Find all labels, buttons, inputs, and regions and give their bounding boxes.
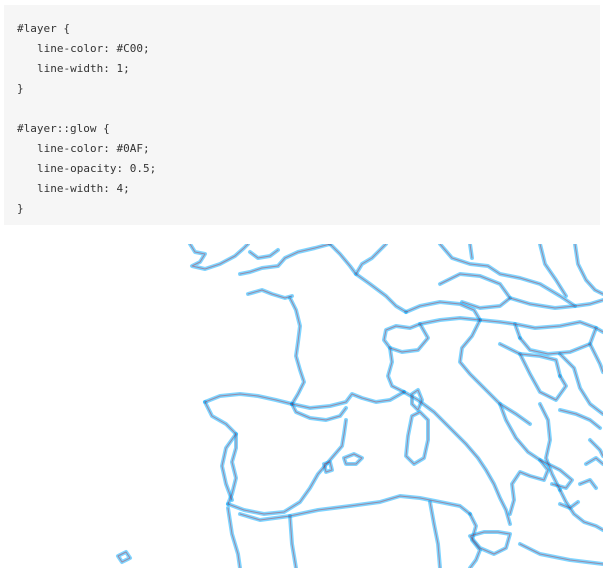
border-ukraine-glow bbox=[573, 244, 603, 296]
coast-tunisia-glow bbox=[468, 512, 482, 568]
border-benelux-glow bbox=[328, 244, 388, 276]
coast-spain-south-glow bbox=[226, 418, 348, 516]
coast-uk-glow bbox=[188, 244, 250, 271]
map-preview bbox=[0, 244, 603, 568]
coast-spain-north-glow bbox=[203, 392, 294, 406]
code-line-9: line-width: 4; bbox=[37, 182, 130, 195]
code-line-1: #layer { bbox=[17, 22, 70, 35]
border-montenegro-albania-glow bbox=[538, 402, 562, 492]
border-line-layer bbox=[117, 244, 603, 568]
coast-brittany-glow bbox=[246, 288, 294, 300]
border-libya-glow bbox=[518, 542, 603, 566]
code-line-2: line-color: #C00; bbox=[37, 42, 150, 55]
coast-greece-glow bbox=[558, 488, 603, 532]
border-poland-glow bbox=[468, 244, 568, 298]
border-macedonia-glow bbox=[558, 408, 602, 430]
coast-france-south-line bbox=[291, 391, 405, 409]
coast-north-africa-glow bbox=[238, 494, 472, 522]
europe-map bbox=[116, 244, 603, 568]
glow-layer bbox=[116, 244, 603, 568]
code-line-8: line-opacity: 0.5; bbox=[37, 162, 157, 175]
border-slovakia-glow bbox=[508, 296, 603, 310]
coast-greece-line bbox=[559, 489, 603, 531]
css-code-block: #layer { line-color: #C00; line-width: 1… bbox=[4, 5, 600, 225]
code-line-4: } bbox=[17, 82, 24, 95]
code-line-6: #layer::glow { bbox=[17, 122, 110, 135]
coast-france-north-glow bbox=[238, 244, 332, 276]
code-line-10: } bbox=[17, 202, 24, 215]
coast-balearic-1-glow bbox=[342, 452, 364, 466]
coast-portugal-spain-west-glow bbox=[203, 400, 238, 506]
border-poland-line bbox=[469, 244, 567, 297]
code-line-3: line-width: 1; bbox=[37, 62, 130, 75]
border-france-italy-glow bbox=[386, 346, 406, 394]
coast-spain-south-line bbox=[227, 419, 347, 515]
code-line-7: line-color: #0AF; bbox=[37, 142, 150, 155]
